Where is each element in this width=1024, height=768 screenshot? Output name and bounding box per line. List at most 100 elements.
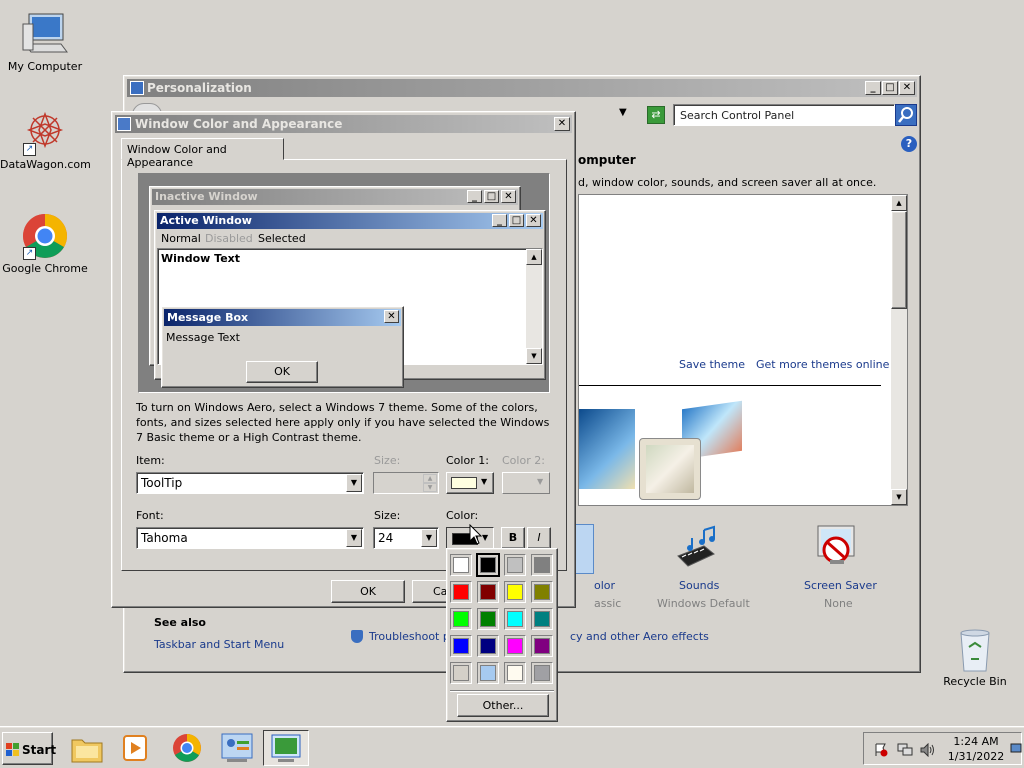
preview-maximize-icon: □ (509, 214, 524, 227)
personalization-window-icon (130, 81, 144, 95)
see-also-heading: See also (154, 616, 206, 629)
datawagon-logo-icon: ↗ (21, 108, 69, 156)
color-swatch[interactable] (504, 662, 526, 684)
color-swatch[interactable] (531, 554, 553, 576)
desktop-icon-datawagon[interactable]: ↗ DataWagon.com (0, 108, 91, 171)
taskbar-start-menu-link[interactable]: Taskbar and Start Menu (154, 638, 284, 651)
preview-msgbox-text: Message Text (166, 331, 240, 344)
color-swatch[interactable] (531, 635, 553, 657)
ok-button[interactable]: OK (331, 580, 405, 603)
desktop-icon-google-chrome[interactable]: ↗ Google Chrome (0, 212, 90, 275)
theme-thumbnail-partial[interactable] (579, 409, 635, 489)
color-swatch[interactable] (531, 581, 553, 603)
recycle-bin-icon (951, 625, 999, 673)
font-size-select[interactable]: 24 ▼ (373, 527, 439, 549)
item-select[interactable]: ToolTip ▼ (136, 472, 364, 494)
color-swatch[interactable] (450, 554, 472, 576)
maximize-button[interactable]: □ (882, 81, 898, 95)
preview-active-titlebar: Active Window _ □ ✕ (157, 213, 543, 229)
desktop-icon-label: My Computer (7, 60, 83, 73)
volume-icon[interactable] (920, 742, 936, 758)
theme-thumbnail-selected[interactable] (639, 438, 701, 500)
mouse-cursor-icon (469, 523, 483, 549)
screen-saver-icon[interactable] (814, 524, 860, 572)
italic-button[interactable]: I (527, 527, 551, 549)
preview-minimize-icon: _ (467, 190, 482, 203)
color1-swatch (451, 477, 477, 489)
aero-effects-link[interactable]: cy and other Aero effects (570, 630, 709, 643)
show-desktop-icon[interactable] (1010, 741, 1022, 757)
system-tray: 1:24 AM 1/31/2022 (863, 732, 1022, 765)
scroll-up-button[interactable]: ▲ (891, 195, 907, 211)
control-panel-taskbar-icon[interactable] (217, 731, 257, 765)
font-select[interactable]: Tahoma ▼ (136, 527, 364, 549)
dialog-titlebar: Window Color and Appearance ✕ (115, 115, 572, 133)
color1-label: Color 1: (446, 454, 489, 467)
clock-time[interactable]: 1:24 AM (946, 735, 1006, 748)
screen-saver-label[interactable]: Screen Saver (804, 579, 877, 592)
dialog-close-button[interactable]: ✕ (554, 117, 570, 131)
minimize-button[interactable]: _ (865, 81, 881, 95)
refresh-icon[interactable]: ⇄ (647, 106, 665, 124)
start-button[interactable]: Start (2, 732, 56, 765)
close-button[interactable]: ✕ (899, 81, 915, 95)
color-swatch[interactable] (450, 635, 472, 657)
get-more-themes-link[interactable]: Get more themes online (756, 358, 889, 371)
sounds-icon[interactable] (674, 524, 724, 574)
shield-icon (351, 630, 363, 643)
color-swatch[interactable] (450, 581, 472, 603)
dialog-title: Window Color and Appearance (135, 117, 343, 131)
desktop-icon-label: DataWagon.com (0, 158, 91, 171)
theme-list-scrollbar[interactable]: ▲ ▼ (891, 195, 907, 505)
color1-picker-button[interactable]: ▼ (446, 472, 494, 494)
aero-info-text: To turn on Windows Aero, select a Window… (136, 401, 550, 444)
color-swatch[interactable] (504, 581, 526, 603)
explorer-taskbar-icon[interactable] (70, 732, 104, 764)
color-swatch[interactable] (531, 662, 553, 684)
color-swatch[interactable] (450, 662, 472, 684)
personalization-taskbar-button[interactable] (263, 730, 309, 766)
help-icon[interactable]: ? (901, 136, 917, 152)
sounds-label[interactable]: Sounds (679, 579, 719, 592)
clock-date[interactable]: 1/31/2022 (946, 750, 1006, 763)
chevron-down-icon[interactable]: ▼ (346, 474, 362, 492)
chevron-down-icon[interactable]: ▼ (346, 529, 362, 547)
search-placeholder: Search Control Panel (680, 109, 795, 122)
color-swatch[interactable] (477, 608, 499, 630)
color-swatch[interactable] (477, 662, 499, 684)
address-dropdown-arrow-icon[interactable]: ▼ (619, 107, 627, 118)
color-swatch[interactable] (504, 608, 526, 630)
troubleshoot-link[interactable]: Troubleshoot pr (369, 630, 454, 643)
desktop-icon-recycle-bin[interactable]: Recycle Bin (930, 625, 1020, 688)
media-player-taskbar-icon[interactable] (118, 732, 152, 764)
preview-message-box: Message Box ✕ Message Text OK (161, 306, 404, 388)
scroll-down-button[interactable]: ▼ (891, 489, 907, 505)
network-icon[interactable] (897, 743, 913, 757)
action-center-flag-icon[interactable] (874, 743, 888, 757)
color-swatch[interactable] (477, 581, 499, 603)
other-colors-button[interactable]: Other... (457, 694, 549, 717)
item-label: Item: (136, 454, 165, 467)
color-swatch[interactable] (531, 608, 553, 630)
preview-inactive-titlebar: Inactive Window _ □ ✕ (152, 189, 518, 205)
color-swatch[interactable] (504, 635, 526, 657)
color-swatch[interactable] (450, 608, 472, 630)
tab-window-color-appearance[interactable]: Window Color and Appearance (121, 138, 284, 169)
bold-button[interactable]: B (501, 527, 525, 549)
window-color-label[interactable]: olor (594, 579, 615, 592)
preview-msgbox-close-icon: ✕ (384, 310, 399, 323)
chrome-taskbar-icon[interactable] (170, 732, 204, 764)
item-size-spinner: ▲ ▼ (373, 472, 439, 494)
divider (450, 690, 554, 691)
search-icon[interactable] (895, 104, 917, 126)
search-input[interactable]: Search Control Panel (673, 104, 895, 126)
color-swatch[interactable] (477, 635, 499, 657)
save-theme-link[interactable]: Save theme (679, 358, 745, 371)
color-swatch[interactable] (504, 554, 526, 576)
color-swatch[interactable] (476, 553, 500, 577)
chevron-down-icon[interactable]: ▼ (421, 529, 437, 547)
desktop-icon-my-computer[interactable]: My Computer (0, 10, 90, 73)
color-swatch-grid (449, 552, 557, 690)
scroll-thumb[interactable] (891, 211, 907, 309)
tab-panel: Inactive Window _ □ ✕ Active Window _ □ … (121, 159, 567, 571)
